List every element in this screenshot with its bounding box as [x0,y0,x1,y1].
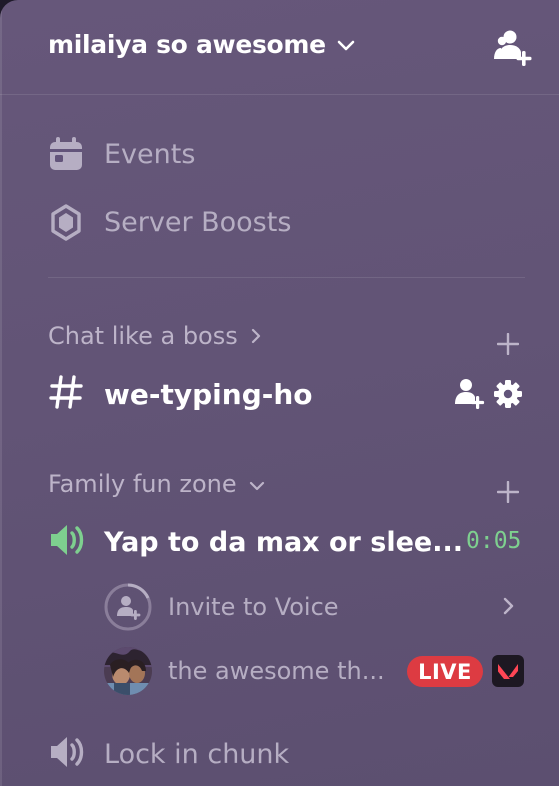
invite-to-voice-label: Invite to Voice [168,593,339,621]
invite-to-voice-icon [104,583,152,631]
channel-sidebar: milaiya so awesome Events Server Boosts … [0,0,559,786]
create-channel-plus-icon[interactable] [496,480,520,504]
category-family-fun-zone[interactable]: Family fun zone [48,468,265,500]
voice-user-streaming[interactable]: the awesome th... [104,647,404,695]
live-badge: LIVE [407,656,483,687]
voice-channel-name: Lock in chunk [104,738,290,770]
chevron-down-icon [249,470,265,498]
server-boosts-label: Server Boosts [104,206,292,238]
boost-gem-icon [48,204,88,241]
invite-to-voice-item[interactable]: Invite to Voice [104,583,524,631]
category-name: Chat like a boss [48,322,238,350]
chevron-right-icon [502,596,516,620]
gear-icon[interactable] [493,379,523,409]
channel-name: we-typing-ho [104,377,313,411]
hashtag-icon [48,374,88,414]
speaker-icon [48,734,88,774]
voice-channel-yap[interactable]: Yap to da max or slee... [48,520,463,564]
speaker-active-icon [48,522,88,562]
category-name: Family fun zone [48,470,237,498]
valorant-game-icon [492,655,524,687]
voice-channel-name: Yap to da max or slee... [104,526,463,558]
voice-timer: 0:05 [466,528,522,554]
create-channel-plus-icon[interactable] [496,332,520,356]
streaming-user-name: the awesome th... [168,657,385,685]
server-name-button[interactable]: milaiya so awesome [48,30,356,59]
chevron-right-icon [250,322,262,350]
category-chat-like-a-boss[interactable]: Chat like a boss [48,320,262,352]
divider [48,277,525,278]
server-name: milaiya so awesome [48,30,326,59]
voice-channel-lock-in-chunk[interactable]: Lock in chunk [48,732,289,776]
chevron-down-icon [336,30,356,59]
server-header: milaiya so awesome [0,0,559,95]
calendar-icon [48,136,88,172]
events-item[interactable]: Events [48,134,195,174]
server-boosts-item[interactable]: Server Boosts [48,202,291,242]
events-label: Events [104,138,196,170]
invite-people-icon[interactable] [493,28,533,68]
avatar [104,647,152,695]
create-invite-icon[interactable] [452,376,486,410]
channel-we-typing-ho[interactable]: we-typing-ho [48,372,313,416]
